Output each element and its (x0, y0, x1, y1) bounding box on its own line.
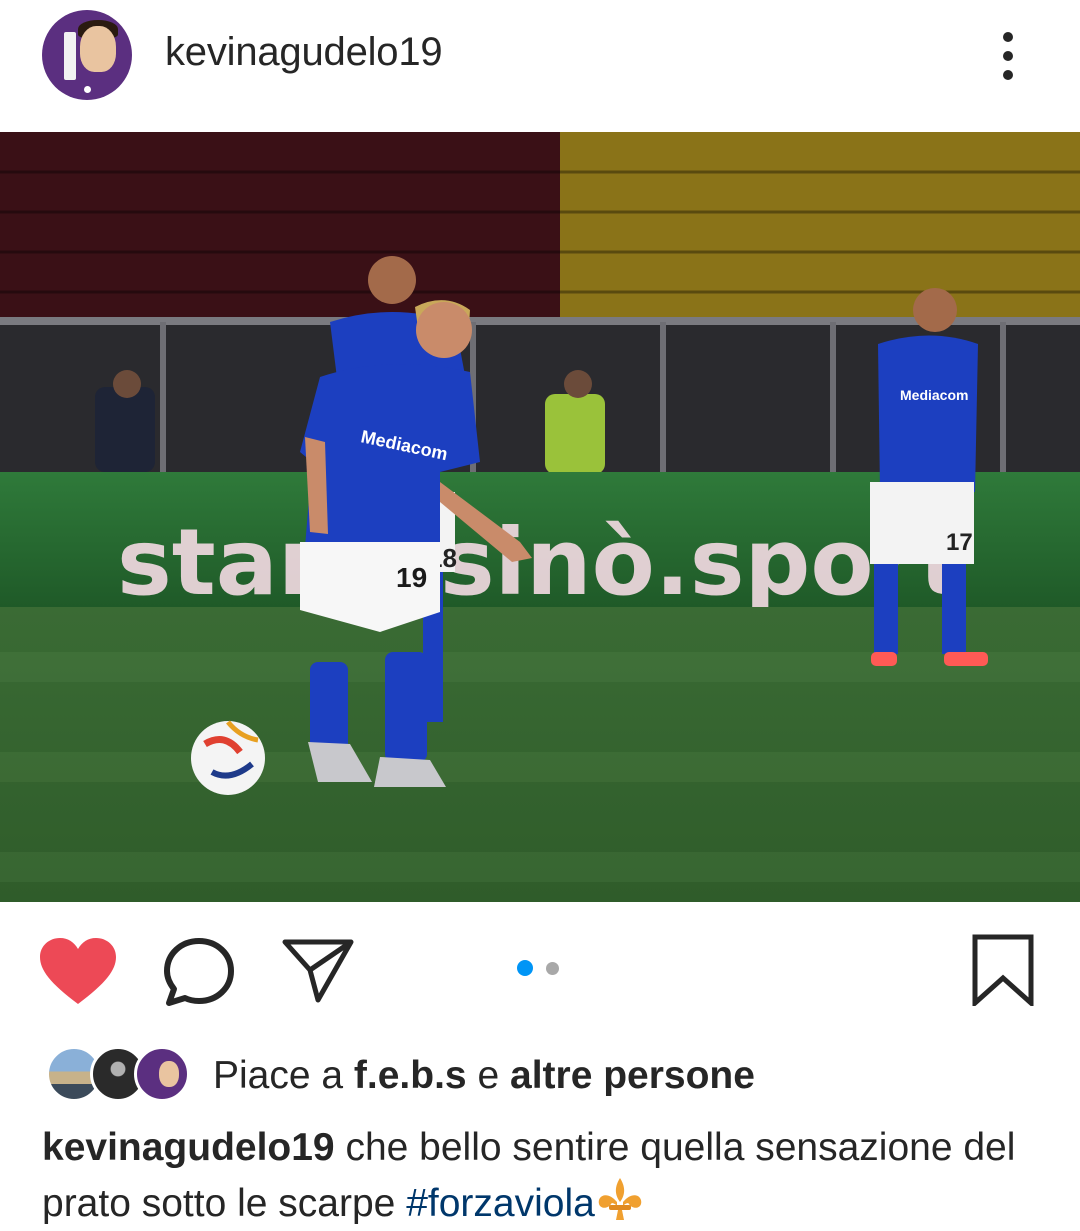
comment-icon[interactable] (163, 937, 235, 1007)
post-header: kevinagudelo19 (0, 0, 1080, 132)
hashtag-link[interactable]: #forzaviola (406, 1182, 595, 1225)
heart-filled-icon[interactable] (40, 938, 116, 1006)
carousel-dot (546, 962, 559, 975)
avatar-face (80, 26, 116, 72)
paper-plane-icon[interactable] (282, 938, 354, 1004)
likes-row[interactable]: Piace a f.e.b.s e altre persone (0, 1040, 1080, 1110)
avatar-label-strip (64, 32, 76, 80)
bookmark-icon[interactable] (972, 934, 1034, 1006)
post-photo[interactable]: starcasinò.sport 18 Mediacom 17 Mediacom… (0, 132, 1080, 902)
action-bar (0, 902, 1080, 1032)
football (191, 720, 265, 795)
likes-text: Piace a f.e.b.s e altre persone (213, 1054, 755, 1097)
svg-text:19: 19 (396, 562, 427, 593)
post-caption: kevinagudelo19 che bello sentire quella … (42, 1120, 1042, 1231)
profile-avatar[interactable] (42, 10, 132, 100)
vertical-ellipsis-icon[interactable] (990, 28, 1026, 84)
svg-text:17: 17 (946, 529, 973, 556)
likes-others-link[interactable]: altre persone (510, 1054, 755, 1097)
liker-avatar (134, 1046, 190, 1102)
match-photo: starcasinò.sport 18 Mediacom 17 Mediacom… (0, 132, 1080, 902)
carousel-dot-active (517, 960, 533, 976)
caption-username[interactable]: kevinagudelo19 (42, 1126, 335, 1169)
fleur-de-lis-emoji-icon (598, 1178, 642, 1220)
avatar-badge (84, 86, 91, 93)
liker-username[interactable]: f.e.b.s (354, 1054, 467, 1097)
post-username[interactable]: kevinagudelo19 (165, 30, 443, 75)
svg-text:Mediacom: Mediacom (900, 387, 968, 403)
ad-board-text: starcasinò.sport (117, 509, 963, 616)
